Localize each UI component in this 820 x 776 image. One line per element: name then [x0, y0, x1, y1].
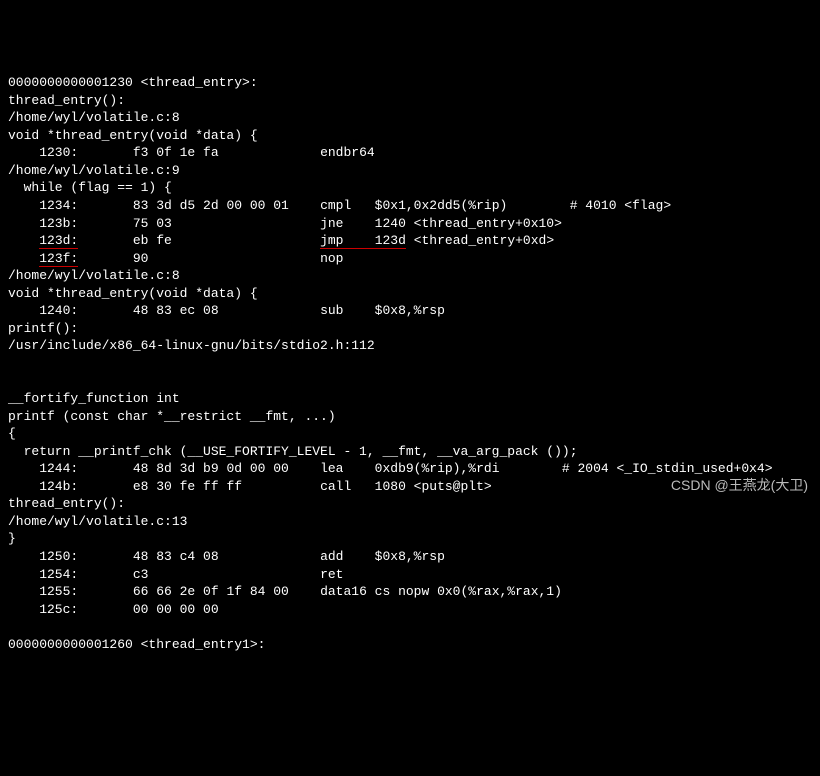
indent: [8, 233, 39, 248]
disassembly-output: 0000000000001230 <thread_entry>: thread_…: [8, 74, 812, 653]
asm-inst-highlight-jmp: jmp: [320, 233, 375, 249]
asm-hex: 83 3d d5 2d 00 00 01: [78, 198, 320, 213]
line-symbol-header: 0000000000001260 <thread_entry1>:: [8, 637, 265, 652]
asm-hex: 90: [78, 251, 320, 266]
asm-hex: 48 8d 3d b9 0d 00 00: [78, 461, 320, 476]
indent: [8, 251, 39, 266]
asm-addr: 123b:: [8, 216, 78, 231]
asm-inst-highlight-target: 123d: [375, 233, 406, 249]
line-source: {: [8, 426, 16, 441]
asm-inst: add $0x8,%rsp: [320, 549, 445, 564]
line-source: while (flag == 1) {: [8, 180, 172, 195]
line-symbol-header: 0000000000001230 <thread_entry>:: [8, 75, 258, 90]
asm-addr: 1255:: [8, 584, 78, 599]
asm-addr: 1234:: [8, 198, 78, 213]
line-source: printf (const char *__restrict __fmt, ..…: [8, 409, 336, 424]
asm-hex: 75 03: [78, 216, 320, 231]
line-source: void *thread_entry(void *data) {: [8, 128, 258, 143]
asm-addr: 1230:: [8, 145, 78, 160]
asm-addr: 1240:: [8, 303, 78, 318]
line-source: }: [8, 531, 16, 546]
watermark: CSDN @王燕龙(大卫): [671, 476, 808, 495]
asm-hex: 66 66 2e 0f 1f 84 00: [78, 584, 320, 599]
asm-inst: nop: [320, 251, 343, 266]
line-source-path: /home/wyl/volatile.c:13: [8, 514, 187, 529]
line-source: void *thread_entry(void *data) {: [8, 286, 258, 301]
asm-inst: call 1080 <puts@plt>: [320, 479, 492, 494]
asm-hex: eb fe: [78, 233, 320, 248]
line-source-path: /home/wyl/volatile.c:8: [8, 110, 180, 125]
line-source-path: /usr/include/x86_64-linux-gnu/bits/stdio…: [8, 338, 375, 353]
asm-addr: 125c:: [8, 602, 78, 617]
line-source: return __printf_chk (__USE_FORTIFY_LEVEL…: [8, 444, 578, 459]
asm-inst: ret: [320, 567, 343, 582]
asm-hex: f3 0f 1e fa: [78, 145, 320, 160]
line-func-label: thread_entry():: [8, 496, 125, 511]
line-source-path: /home/wyl/volatile.c:9: [8, 163, 180, 178]
asm-inst: cmpl $0x1,0x2dd5(%rip) # 4010 <flag>: [320, 198, 671, 213]
asm-hex: c3: [78, 567, 320, 582]
asm-hex: e8 30 fe ff ff: [78, 479, 320, 494]
asm-inst: endbr64: [320, 145, 375, 160]
asm-addr-highlight: 123d:: [39, 233, 78, 249]
asm-inst: sub $0x8,%rsp: [320, 303, 445, 318]
asm-addr: 1254:: [8, 567, 78, 582]
line-func-label: thread_entry():: [8, 93, 125, 108]
asm-addr: 1250:: [8, 549, 78, 564]
asm-hex: 48 83 c4 08: [78, 549, 320, 564]
asm-hex: 48 83 ec 08: [78, 303, 320, 318]
asm-addr-highlight: 123f:: [39, 251, 78, 267]
line-source: __fortify_function int: [8, 391, 180, 406]
asm-addr: 1244:: [8, 461, 78, 476]
asm-addr: 124b:: [8, 479, 78, 494]
asm-inst-tail: <thread_entry+0xd>: [406, 233, 554, 248]
asm-inst: data16 cs nopw 0x0(%rax,%rax,1): [320, 584, 562, 599]
line-func-label: printf():: [8, 321, 78, 336]
asm-inst: jne 1240 <thread_entry+0x10>: [320, 216, 562, 231]
line-source-path: /home/wyl/volatile.c:8: [8, 268, 180, 283]
asm-inst: lea 0xdb9(%rip),%rdi # 2004 <_IO_stdin_u…: [320, 461, 772, 476]
asm-hex: 00 00 00 00: [78, 602, 218, 617]
